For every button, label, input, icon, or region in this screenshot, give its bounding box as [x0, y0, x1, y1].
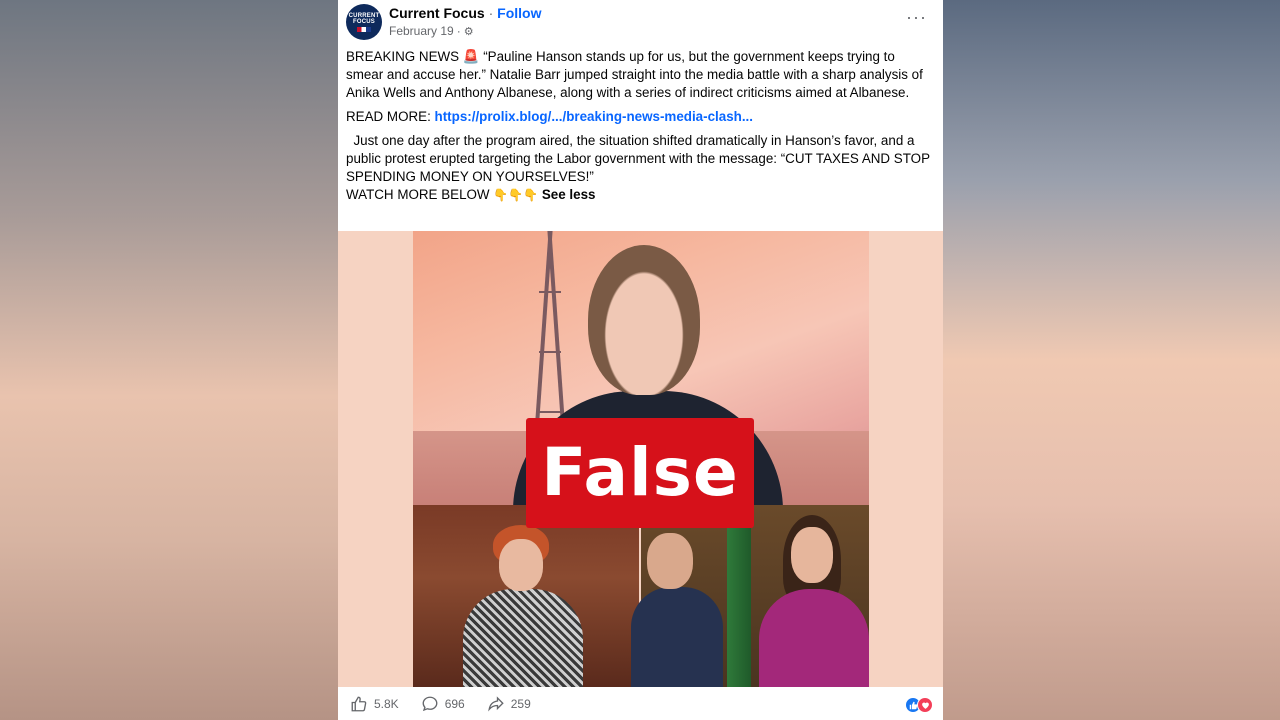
post-date[interactable]: February 19: [389, 24, 454, 38]
thumbs-up-icon: [351, 696, 367, 712]
false-rating-label: False: [526, 418, 754, 528]
page-avatar[interactable]: CURRENT FOCUS: [346, 4, 382, 40]
page-name-row: Current Focus · Follow: [389, 5, 541, 21]
page-name-link[interactable]: Current Focus: [389, 5, 485, 21]
like-count: 5.8K: [374, 697, 399, 711]
read-more-line: READ MORE: https://prolix.blog/.../break…: [346, 108, 935, 126]
share-count: 259: [510, 697, 531, 711]
post-paragraph-3: Just one day after the program aired, th…: [346, 133, 934, 184]
post-meta: February 19 · ⚙: [389, 24, 474, 38]
reaction-summary[interactable]: [905, 697, 933, 713]
press-conference-photo: [631, 505, 869, 687]
follow-button[interactable]: Follow: [497, 5, 541, 21]
senate-speaker-photo: [413, 505, 639, 687]
post-body: BREAKING NEWS 🚨 “Pauline Hanson stands u…: [338, 44, 943, 204]
comment-button[interactable]: 696: [421, 695, 465, 713]
post-paragraph-1: BREAKING NEWS 🚨 “Pauline Hanson stands u…: [346, 49, 923, 100]
more-options-button[interactable]: ···: [906, 8, 927, 26]
blurred-background-right: [943, 0, 1280, 720]
post-header: CURRENT FOCUS Current Focus · Follow Feb…: [338, 0, 943, 44]
post-media[interactable]: False: [338, 231, 943, 687]
avatar-text-line-2: FOCUS: [353, 18, 375, 25]
blurred-background-left: [0, 0, 338, 720]
avatar-flag-icon: [357, 26, 371, 32]
read-more-link[interactable]: https://prolix.blog/.../breaking-news-me…: [435, 109, 753, 124]
pointing-down-icon: 👇👇👇: [493, 188, 539, 202]
see-less-button[interactable]: See less: [542, 187, 596, 202]
like-button[interactable]: 5.8K: [350, 695, 399, 713]
facebook-post: CURRENT FOCUS Current Focus · Follow Feb…: [338, 0, 943, 720]
share-arrow-icon: [487, 696, 504, 712]
read-more-label: READ MORE:: [346, 109, 435, 124]
comment-count: 696: [444, 697, 465, 711]
watch-more-line: WATCH MORE BELOW 👇👇👇 See less: [346, 186, 935, 204]
post-action-bar: 5.8K 696 259: [338, 688, 943, 720]
name-separator: ·: [488, 5, 494, 21]
date-separator: ·: [456, 24, 461, 38]
share-button[interactable]: 259: [487, 695, 531, 713]
love-reaction-icon: [917, 697, 933, 713]
comment-bubble-icon: [422, 696, 438, 712]
gear-icon: ⚙: [463, 25, 474, 38]
watch-more-text: WATCH MORE BELOW: [346, 187, 494, 202]
anchor-head-shape: [588, 245, 700, 395]
